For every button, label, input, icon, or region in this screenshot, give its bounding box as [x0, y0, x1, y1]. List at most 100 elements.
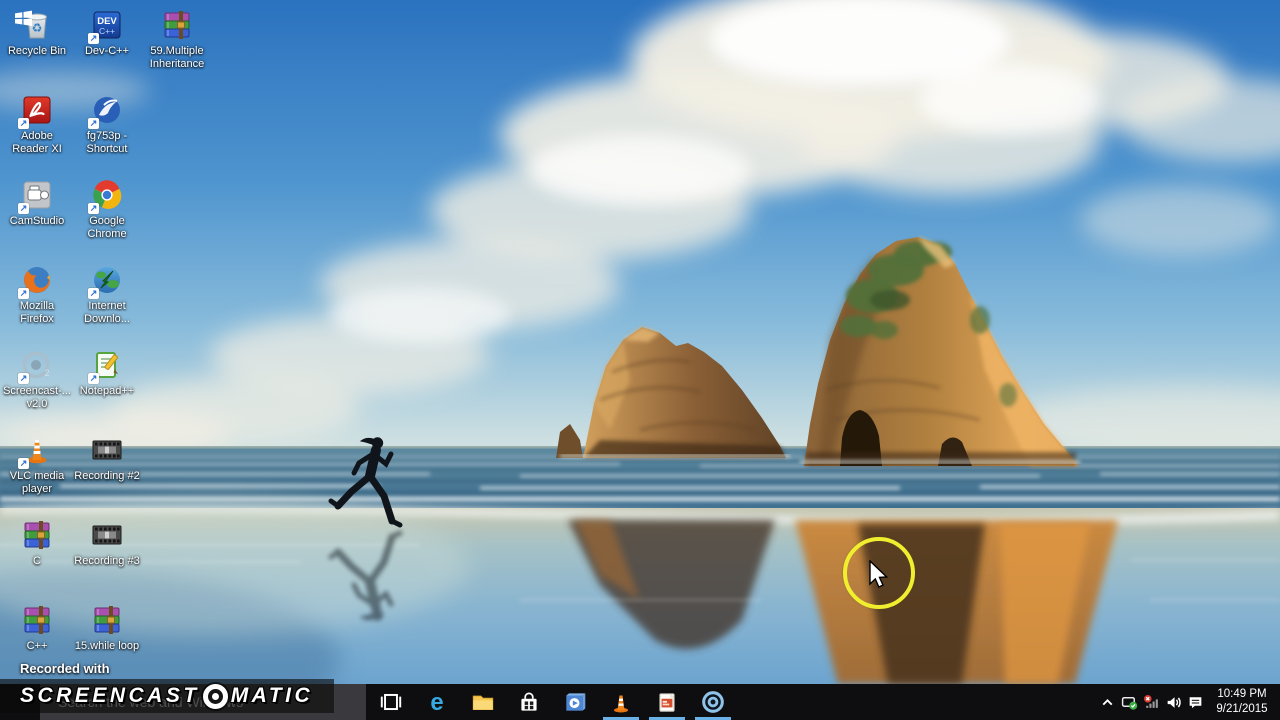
- shortcut-arrow-icon: ↗: [18, 458, 29, 469]
- notepad-plus-plus-icon: ↗: [88, 348, 124, 384]
- screencast-o-matic-watermark: SCREENCAST MATIC: [20, 681, 313, 711]
- desktop-icon-label: Internet Downlo...: [84, 300, 130, 325]
- movies-tv-icon: [562, 689, 588, 715]
- recorded-with-label: Recorded with: [20, 661, 110, 676]
- fg753p-shortcut-icon: ↗: [88, 93, 124, 129]
- system-tray: 10:49 PM 9/21/2015: [1096, 684, 1280, 720]
- tray-icons: [1096, 684, 1206, 720]
- tray-hardware-safely-remove[interactable]: [1118, 684, 1140, 720]
- volume-icon: [1165, 694, 1182, 711]
- vlc-icon: [608, 689, 634, 715]
- taskbar-app-edge[interactable]: [414, 684, 460, 720]
- desktop-icon-label: Notepad++: [79, 385, 135, 397]
- taskbar-app-file-explorer[interactable]: [460, 684, 506, 720]
- shortcut-arrow-icon: ↗: [88, 373, 99, 384]
- screen: ♻ DEV C++: [0, 0, 1280, 720]
- recording-2-icon: [90, 433, 124, 467]
- taskbar-app-vlc[interactable]: [598, 684, 644, 720]
- desktop-icon-label: VLC media player: [9, 470, 65, 495]
- camstudio-icon: ↗: [18, 178, 54, 214]
- desktop-icon-label: Mozilla Firefox: [19, 300, 55, 325]
- desktop-icon-mozilla-firefox[interactable]: ↗ Mozilla Firefox: [2, 263, 72, 326]
- start-button[interactable]: [0, 0, 46, 36]
- shortcut-arrow-icon: ↗: [18, 203, 29, 214]
- watermark-brand-left: SCREENCAST: [20, 684, 200, 707]
- desktop-icon-dev-cpp[interactable]: ↗ Dev-C++: [72, 8, 142, 58]
- while-loop-icon: [90, 603, 124, 637]
- c-archive-icon: [20, 518, 54, 552]
- taskbar-app-store[interactable]: [506, 684, 552, 720]
- screencast-v2-icon: ↗: [18, 348, 54, 384]
- clock-date: 9/21/2015: [1216, 703, 1268, 715]
- watermark-brand-right: MATIC: [230, 684, 314, 707]
- desktop-icon-label: C: [33, 555, 41, 567]
- action-center-icon: [1187, 694, 1204, 711]
- desktop-icon-multiple-inheritance[interactable]: 59.Multiple Inheritance: [142, 8, 212, 71]
- desktop-icon-label: Recycle Bin: [7, 45, 67, 57]
- desktop-icon-google-chrome[interactable]: ↗ Google Chrome: [72, 178, 142, 241]
- taskbar-apps: [368, 684, 736, 720]
- edge-icon: [424, 689, 450, 715]
- desktop-icon-label: Google Chrome: [87, 215, 127, 240]
- desktop-icon-label: Recording #2: [74, 470, 140, 482]
- desktop-icon-adobe-reader-xi[interactable]: ↗ Adobe Reader XI: [2, 93, 72, 156]
- clock-time: 10:49 PM: [1217, 688, 1267, 701]
- desktop-icon-label: Screencast-... v2.0: [3, 385, 71, 410]
- taskbar-clock[interactable]: 10:49 PM 9/21/2015: [1210, 687, 1274, 717]
- desktop-icon-camstudio[interactable]: ↗ CamStudio: [2, 178, 72, 228]
- tray-action-center[interactable]: [1184, 684, 1206, 720]
- shortcut-arrow-icon: ↗: [88, 203, 99, 214]
- desktop-icon-label: 15.while loop: [74, 640, 140, 652]
- shortcut-arrow-icon: ↗: [88, 33, 99, 44]
- mozilla-firefox-icon: ↗: [18, 263, 54, 299]
- cpp-archive-icon: [20, 603, 54, 637]
- desktop-icon-label: 59.Multiple Inheritance: [149, 45, 205, 70]
- desktop-icon-label: Recording #3: [74, 555, 140, 567]
- taskbar-app-movies-tv[interactable]: [552, 684, 598, 720]
- desktop-icon-label: CamStudio: [9, 215, 65, 227]
- taskbar-app-screencast-o-matic[interactable]: [690, 684, 736, 720]
- shortcut-arrow-icon: ↗: [88, 288, 99, 299]
- desktop-icon-recording-2[interactable]: Recording #2: [72, 433, 142, 483]
- tray-hidden-icons-chevron[interactable]: [1096, 684, 1118, 720]
- task-view-icon: [378, 689, 404, 715]
- desktop-icon-cpp-archive[interactable]: C++: [2, 603, 72, 653]
- desktop-icon-while-loop[interactable]: 15.while loop: [72, 603, 142, 653]
- shortcut-arrow-icon: ↗: [18, 288, 29, 299]
- desktop-icon-c-archive[interactable]: C: [2, 518, 72, 568]
- desktop-icon-screencast-v2[interactable]: ↗ Screencast-... v2.0: [2, 348, 72, 411]
- desktop-icon-fg753p-shortcut[interactable]: ↗ fg753p - Shortcut: [72, 93, 142, 156]
- vlc-media-player-icon: ↗: [18, 433, 54, 469]
- adobe-reader-xi-icon: ↗: [18, 93, 54, 129]
- shortcut-arrow-icon: ↗: [18, 373, 29, 384]
- shortcut-arrow-icon: ↗: [18, 118, 29, 129]
- desktop-icon-label: fg753p - Shortcut: [86, 130, 128, 155]
- desktop-icon-label: Dev-C++: [84, 45, 130, 57]
- dev-cpp-icon: ↗: [88, 8, 124, 44]
- desktop-icon-label: Adobe Reader XI: [12, 130, 62, 155]
- screencast-o-matic-icon: [700, 689, 726, 715]
- network-disconnected-icon: [1143, 694, 1160, 711]
- tray-network-disconnected[interactable]: [1140, 684, 1162, 720]
- desktop-icon-label: C++: [26, 640, 48, 652]
- shortcut-arrow-icon: ↗: [88, 118, 99, 129]
- google-chrome-icon: ↗: [88, 178, 124, 214]
- powerpoint-icon: [654, 689, 680, 715]
- recording-3-icon: [90, 518, 124, 552]
- mouse-cursor: [869, 560, 889, 588]
- tray-volume[interactable]: [1162, 684, 1184, 720]
- windows-logo-icon: [12, 7, 34, 29]
- file-explorer-icon: [470, 689, 496, 715]
- multiple-inheritance-icon: [160, 8, 194, 42]
- store-icon: [516, 689, 542, 715]
- screencast-o-matic-logo-icon: [202, 683, 228, 709]
- desktop[interactable]: Recycle Bin ↗ Dev-C++ 59.Multiple Inheritan…: [0, 0, 1280, 684]
- hidden-icons-chevron-icon: [1099, 694, 1116, 711]
- desktop-icon-internet-download-manager[interactable]: ↗ Internet Downlo...: [72, 263, 142, 326]
- desktop-icon-vlc-media-player[interactable]: ↗ VLC media player: [2, 433, 72, 496]
- desktop-icon-notepad-plus-plus[interactable]: ↗ Notepad++: [72, 348, 142, 398]
- internet-download-manager-icon: ↗: [88, 263, 124, 299]
- taskbar-app-task-view[interactable]: [368, 684, 414, 720]
- taskbar-app-powerpoint[interactable]: [644, 684, 690, 720]
- desktop-icon-recording-3[interactable]: Recording #3: [72, 518, 142, 568]
